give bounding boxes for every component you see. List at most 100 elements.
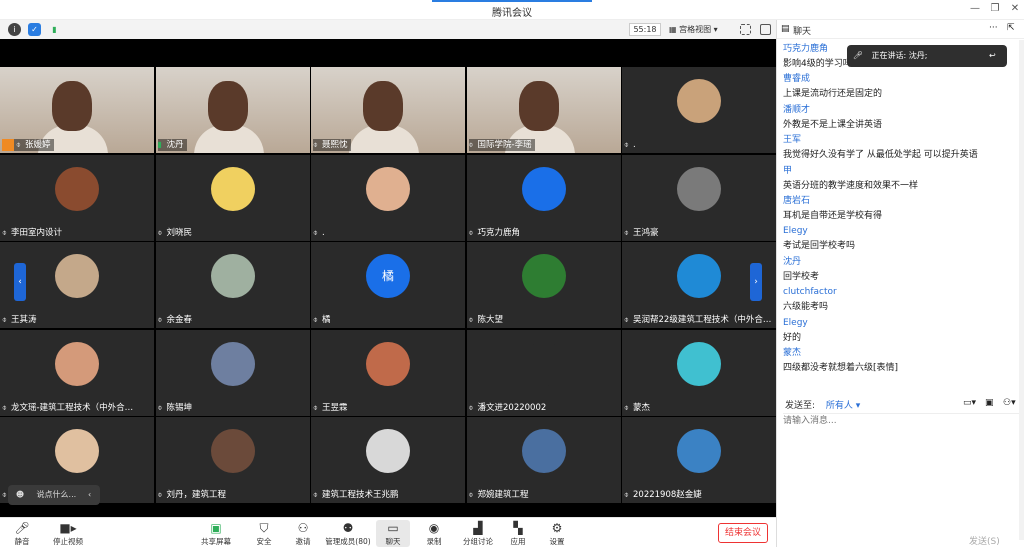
apps-label: 应用 bbox=[510, 537, 526, 546]
chat-sender[interactable]: 唐岩石 bbox=[783, 194, 1019, 209]
microphone-icon: 🎤︎ bbox=[852, 51, 864, 60]
mute-button[interactable]: 🎤︎ 静音 bbox=[2, 520, 42, 547]
participant-name: ⌽ 王昱霖 bbox=[313, 402, 351, 414]
chat-sender[interactable]: 王军 bbox=[783, 133, 1019, 148]
chat-button[interactable]: ▭ 聊天 bbox=[376, 520, 410, 547]
members-icon: ⚉ bbox=[342, 521, 354, 535]
microphone-icon: ⌽ bbox=[468, 402, 474, 412]
record-button[interactable]: ◉ 录制 bbox=[414, 520, 454, 547]
participant-name: ⌽ 巧克力鹿角 bbox=[469, 227, 524, 239]
next-page-arrow[interactable]: › bbox=[750, 263, 762, 301]
participant-avatar bbox=[55, 254, 99, 298]
signal-icon[interactable]: ▮ bbox=[48, 23, 61, 36]
participant-tile[interactable]: ⌽ 刘晓民 bbox=[155, 154, 310, 241]
camera-icon: ■▸ bbox=[59, 521, 77, 535]
participant-tile[interactable]: ⌽ 余金春 bbox=[155, 242, 310, 328]
more-icon[interactable]: ··· bbox=[989, 23, 998, 33]
chat-sender[interactable]: Elegy bbox=[783, 316, 1019, 331]
participant-tile[interactable]: ⌽ 建筑工程技术王兆鹏 bbox=[311, 417, 465, 503]
prev-page-arrow[interactable]: ‹ bbox=[14, 263, 26, 301]
speaking-indicator: 🎤︎ 正在讲话: 沈丹; ↩ bbox=[847, 45, 1007, 67]
fullscreen-icon[interactable] bbox=[740, 24, 751, 35]
participant-tile[interactable]: ⌽ 陈大望 bbox=[466, 242, 621, 328]
chat-sender[interactable]: Elegy bbox=[783, 224, 1019, 239]
microphone-icon: ⌽ bbox=[468, 227, 474, 237]
gear-icon: ⚙ bbox=[551, 521, 563, 535]
participant-name-label: 郑婉建筑工程 bbox=[477, 490, 529, 500]
smile-icon[interactable]: ☻ bbox=[12, 485, 28, 505]
microphone-icon: ⌽ bbox=[624, 315, 629, 324]
popout-icon[interactable]: ⇱ bbox=[1007, 23, 1015, 33]
participant-name: ⌽ 20221908赵金婕 bbox=[624, 489, 705, 501]
participant-tile[interactable]: ▮ 沈丹 bbox=[155, 67, 310, 153]
sidebar-toggle-icon[interactable] bbox=[760, 24, 771, 35]
chat-input[interactable] bbox=[783, 414, 1019, 428]
chat-sender[interactable]: 曹睿成 bbox=[783, 72, 1019, 87]
participant-name: ⌽ 建筑工程技术王兆鹏 bbox=[313, 489, 402, 501]
participant-tile[interactable]: ⌽ 张媛婷 bbox=[0, 67, 154, 153]
breakout-button[interactable]: ▟ 分组讨论 bbox=[458, 520, 498, 547]
chat-sender[interactable]: 沈丹 bbox=[783, 255, 1019, 270]
security-button[interactable]: ⛉ 安全 bbox=[244, 520, 284, 547]
share-screen-icon: ▣ bbox=[210, 521, 222, 535]
participant-tile[interactable]: ⌽ 龙文瑶-建筑工程技术（中外合… bbox=[0, 329, 154, 416]
restore-icon[interactable]: ❐ bbox=[988, 3, 1002, 14]
microphone-icon: ⌽ bbox=[313, 140, 318, 149]
chat-message-text: 英语分班的教学速度和效果不一样 bbox=[783, 180, 919, 191]
participant-tile[interactable]: ⌽ 20221908赵金婕 bbox=[622, 417, 776, 503]
send-to-select[interactable]: 所有人 ▾ bbox=[826, 401, 860, 411]
chat-sender[interactable]: 甲 bbox=[783, 164, 1019, 179]
info-icon[interactable]: i bbox=[8, 23, 21, 36]
share-screen-button[interactable]: ▣ 共享屏幕 bbox=[196, 520, 236, 547]
participant-tile[interactable]: ⌽ 郑婉建筑工程 bbox=[466, 417, 621, 503]
participant-tile[interactable]: 橘 ⌽ 橘 bbox=[311, 242, 465, 328]
participant-tile[interactable]: ⌽ 国际学院-李瑶 bbox=[466, 67, 621, 153]
participant-tile[interactable]: ⌽ 巧克力鹿角 bbox=[466, 154, 621, 241]
microphone-icon: ⌽ bbox=[157, 315, 163, 324]
stop-video-label: 停止视频 bbox=[53, 537, 83, 546]
chat-sender[interactable]: 潘顺才 bbox=[783, 103, 1019, 118]
stop-video-button[interactable]: ■▸ 停止视频 bbox=[48, 520, 88, 547]
end-meeting-button[interactable]: 结束会议 bbox=[718, 523, 768, 543]
collapse-arrow-icon[interactable]: ‹ bbox=[88, 485, 91, 505]
participant-avatar bbox=[210, 429, 255, 473]
manage-members-button[interactable]: ⚉ 管理成员(80) bbox=[322, 520, 374, 547]
view-mode-button[interactable]: ▦ 宫格视图 ▾ bbox=[669, 23, 718, 36]
invite-button[interactable]: ⚇ 邀请 bbox=[283, 520, 323, 547]
apps-button[interactable]: ▚ 应用 bbox=[498, 520, 538, 547]
participant-tile[interactable]: ⌽ 聂熙忱 bbox=[311, 67, 465, 153]
minimize-icon[interactable]: — bbox=[968, 3, 982, 14]
participant-tile[interactable]: ⌽ 潘文进20220002 bbox=[466, 329, 621, 416]
participant-name-label: 国际学院-李瑶 bbox=[477, 140, 532, 150]
chat-message-text: 六级能考吗 bbox=[783, 302, 829, 313]
send-to-value: 所有人 bbox=[825, 401, 853, 411]
chat-icon: ▤ bbox=[781, 24, 790, 34]
chat-message-text: 好的 bbox=[783, 332, 802, 343]
quick-say-placeholder: 说点什么... bbox=[36, 490, 77, 499]
participant-tile[interactable]: ⌽ 王昱霖 bbox=[311, 329, 465, 416]
close-icon[interactable]: ✕ bbox=[1008, 3, 1022, 14]
video-area: ⌽ 张媛婷 ▮ 沈丹 ⌽ 聂熙忱 ⌽ 国际学院-李瑶 ⌽. ⌽ 李田室内设计 ⌽ 刘晓民 ⌽. ⌽ 巧克力鹿角… bbox=[0, 39, 776, 517]
chat-sender[interactable]: 蒙杰 bbox=[783, 346, 1019, 361]
security-label: 安全 bbox=[256, 537, 272, 546]
participant-tile[interactable]: ⌽ 陈锡坤 bbox=[155, 329, 310, 416]
participant-tile[interactable]: ⌽ 刘丹，建筑工程 bbox=[155, 417, 310, 503]
quick-say-box[interactable]: ☻ 说点什么... ‹ bbox=[8, 485, 100, 505]
participant-tile[interactable]: ⌽ 王鸿豪 bbox=[622, 154, 776, 241]
shield-icon[interactable]: ✓ bbox=[28, 23, 41, 36]
chat-scrollbar[interactable] bbox=[1019, 40, 1024, 540]
participant-avatar bbox=[677, 341, 721, 386]
participant-name: ⌽ 聂熙忱 bbox=[313, 139, 351, 151]
mention-user-icon[interactable]: ⚇▾ bbox=[1003, 398, 1016, 408]
reply-arrow-icon[interactable]: ↩ bbox=[989, 45, 996, 67]
participant-tile[interactable]: ⌽. bbox=[622, 67, 776, 153]
chat-sender[interactable]: clutchfactor bbox=[783, 285, 1019, 300]
participant-tile[interactable]: ⌽ 李田室内设计 bbox=[0, 154, 154, 241]
participant-tile[interactable]: ⌽ 蒙杰 bbox=[622, 329, 776, 416]
participant-name-label: 20221908赵金婕 bbox=[633, 490, 702, 500]
screenshot-icon[interactable]: ▣ bbox=[985, 398, 994, 408]
settings-button[interactable]: ⚙ 设置 bbox=[537, 520, 577, 547]
send-button[interactable]: 发送(S) bbox=[969, 534, 1000, 547]
folder-icon[interactable]: ▭▾ bbox=[963, 398, 976, 408]
participant-tile[interactable]: ⌽. bbox=[311, 154, 465, 241]
